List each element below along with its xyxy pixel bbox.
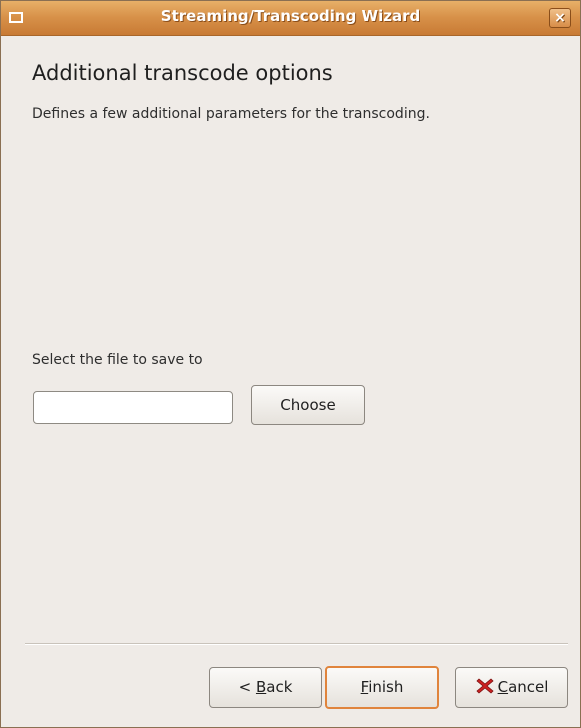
wizard-window: Streaming/Transcoding Wizard × Additiona… bbox=[0, 0, 581, 728]
close-icon: × bbox=[554, 10, 566, 26]
window-title: Streaming/Transcoding Wizard bbox=[160, 7, 421, 25]
cancel-button[interactable]: Cancel bbox=[455, 667, 568, 708]
save-file-input[interactable] bbox=[33, 391, 233, 424]
close-button[interactable]: × bbox=[549, 8, 571, 28]
back-button-prefix: < bbox=[238, 678, 256, 696]
back-button-mnemonic: B bbox=[255, 678, 267, 696]
back-button-label: ack bbox=[266, 678, 293, 696]
title-bar[interactable]: Streaming/Transcoding Wizard × bbox=[1, 1, 580, 36]
cancel-button-mnemonic: C bbox=[497, 678, 509, 696]
cancel-icon bbox=[475, 678, 494, 694]
choose-button[interactable]: Choose bbox=[251, 385, 365, 425]
save-file-label: Select the file to save to bbox=[32, 352, 203, 368]
cancel-button-label: ancel bbox=[508, 678, 549, 696]
page-description: Defines a few additional parameters for … bbox=[32, 106, 430, 122]
finish-button-label: inish bbox=[368, 678, 404, 696]
finish-button[interactable]: Finish bbox=[325, 666, 439, 709]
back-button[interactable]: < Back bbox=[209, 667, 322, 708]
button-separator bbox=[25, 643, 568, 645]
page-title: Additional transcode options bbox=[32, 61, 333, 85]
